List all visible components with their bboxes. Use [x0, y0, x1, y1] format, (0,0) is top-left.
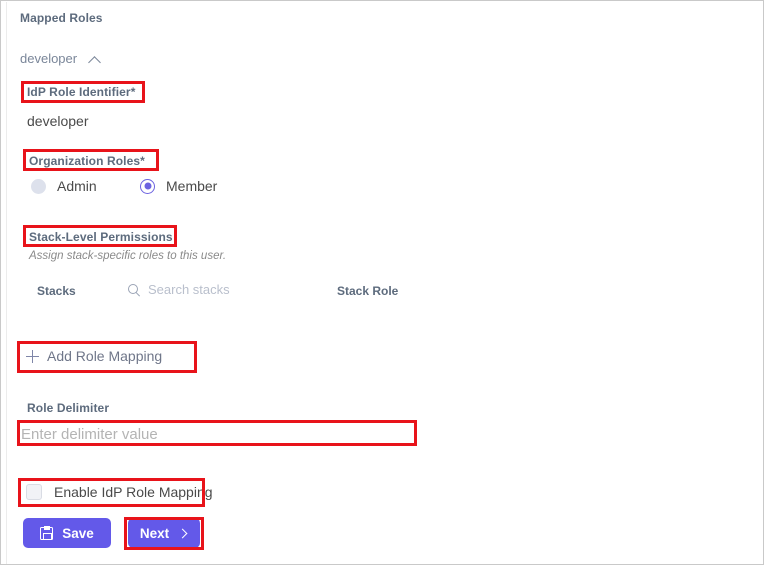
search-stacks-field[interactable]: Search stacks — [128, 282, 230, 297]
next-button-label: Next — [139, 525, 170, 541]
page-title: Mapped Roles — [20, 11, 103, 25]
enable-idp-role-mapping-checkbox[interactable]: Enable IdP Role Mapping — [26, 484, 213, 500]
accordion-header-developer[interactable]: developer — [20, 51, 101, 66]
stack-level-permissions-helper: Assign stack-specific roles to this user… — [29, 250, 227, 262]
checkbox-indicator[interactable] — [26, 484, 42, 500]
role-delimiter-label: Role Delimiter — [27, 401, 110, 415]
stack-level-permissions-label: Stack-Level Permissions — [29, 230, 173, 244]
column-header-stack-role: Stack Role — [337, 284, 399, 298]
search-stacks-placeholder: Search stacks — [148, 282, 230, 297]
radio-admin-indicator[interactable] — [31, 178, 46, 194]
chevron-up-icon[interactable] — [90, 55, 101, 66]
chevron-right-icon — [178, 528, 188, 538]
radio-option-member[interactable]: Member — [140, 178, 217, 194]
add-role-mapping-button[interactable]: Add Role Mapping — [26, 348, 162, 364]
role-delimiter-input[interactable] — [21, 421, 411, 447]
radio-member-label: Member — [166, 178, 218, 194]
search-icon — [128, 283, 140, 296]
enable-idp-role-mapping-label: Enable IdP Role Mapping — [54, 484, 213, 500]
radio-admin-label: Admin — [57, 178, 97, 194]
add-role-mapping-label: Add Role Mapping — [47, 348, 163, 364]
plus-icon — [26, 349, 39, 363]
radio-option-admin[interactable]: Admin — [31, 178, 97, 194]
save-button-label: Save — [62, 525, 94, 541]
next-button[interactable]: Next — [128, 518, 200, 548]
save-button[interactable]: Save — [23, 518, 111, 548]
save-disk-icon — [40, 525, 54, 540]
column-header-stacks: Stacks — [37, 284, 76, 298]
idp-role-identifier-label: IdP Role Identifier* — [27, 85, 136, 99]
organization-roles-label: Organization Roles* — [29, 154, 145, 168]
radio-member-indicator[interactable] — [140, 178, 155, 194]
left-divider-rule — [6, 2, 7, 564]
mapped-roles-panel: Mapped Roles developer IdP Role Identifi… — [0, 0, 764, 565]
accordion-label: developer — [20, 51, 78, 66]
idp-role-identifier-value: developer — [27, 113, 89, 129]
